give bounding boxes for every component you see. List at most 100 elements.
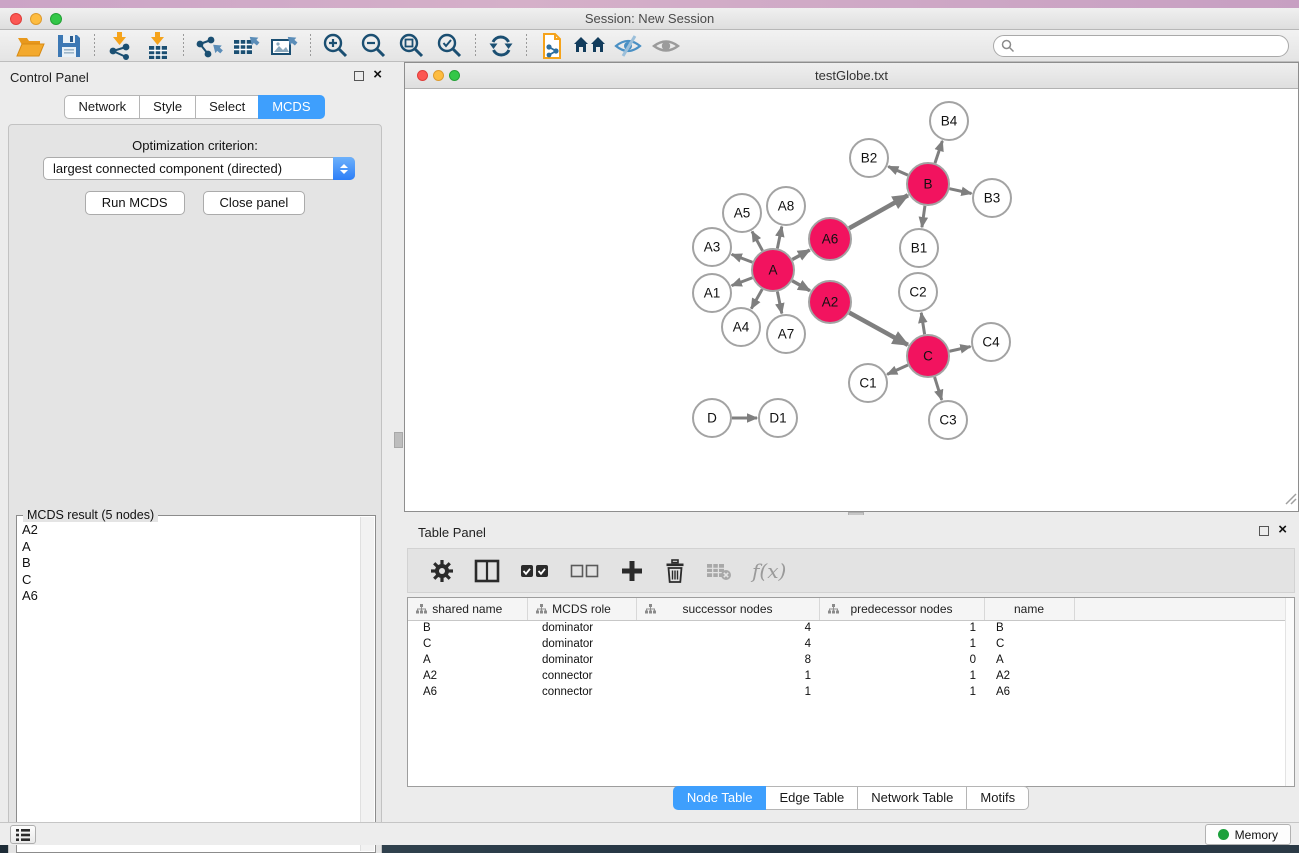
node-B[interactable]: B [907, 163, 949, 205]
edge-B-B2[interactable] [888, 166, 908, 175]
edge-A-A8[interactable] [777, 227, 781, 249]
save-session-icon[interactable] [50, 31, 88, 61]
select-all-checked-icon[interactable] [520, 562, 550, 580]
node-A8[interactable]: A8 [767, 187, 805, 225]
zoom-fit-icon[interactable] [393, 31, 431, 61]
table-row[interactable]: Bdominator41B [408, 620, 1294, 636]
edge-A-A7[interactable] [777, 292, 781, 314]
edge-C-C1[interactable] [887, 365, 908, 374]
edge-C-C4[interactable] [949, 347, 970, 352]
tab-edge-table[interactable]: Edge Table [765, 786, 858, 810]
tab-style[interactable]: Style [139, 95, 196, 119]
edge-B-B3[interactable] [949, 189, 971, 194]
node-C[interactable]: C [907, 335, 949, 377]
table-row[interactable]: Cdominator41C [408, 636, 1294, 652]
select-none-unchecked-icon[interactable] [570, 562, 600, 580]
node-A4[interactable]: A4 [722, 308, 760, 346]
settings-gear-icon[interactable] [430, 559, 454, 583]
edge-A-A2[interactable] [792, 281, 810, 291]
edge-A-A5[interactable] [752, 231, 762, 250]
tab-network[interactable]: Network [64, 95, 140, 119]
zoom-out-icon[interactable] [355, 31, 393, 61]
column-header-successor[interactable]: successor nodes [636, 598, 819, 620]
add-column-icon[interactable] [620, 559, 644, 583]
import-table-icon[interactable] [139, 31, 177, 61]
node-A3[interactable]: A3 [693, 228, 731, 266]
export-network-icon[interactable] [190, 31, 228, 61]
edge-A-A4[interactable] [751, 289, 762, 309]
float-panel-icon[interactable] [354, 71, 364, 81]
mcds-result-item[interactable]: C [22, 572, 359, 589]
edge-A-A3[interactable] [732, 254, 753, 262]
node-table[interactable]: shared nameMCDS rolesuccessor nodesprede… [407, 597, 1295, 787]
zoom-in-icon[interactable] [317, 31, 355, 61]
close-panel-icon[interactable]: × [373, 66, 382, 84]
result-scrollbar[interactable] [360, 517, 374, 851]
window-resize-grip[interactable] [1283, 491, 1297, 510]
edge-A2-C[interactable] [849, 313, 908, 345]
node-C1[interactable]: C1 [849, 364, 887, 402]
eye-visible-icon[interactable] [647, 31, 685, 61]
node-B3[interactable]: B3 [973, 179, 1011, 217]
tab-node-table[interactable]: Node Table [673, 786, 767, 810]
memory-button[interactable]: Memory [1205, 824, 1291, 845]
tab-motifs[interactable]: Motifs [966, 786, 1029, 810]
table-row[interactable]: A6connector11A6 [408, 684, 1294, 700]
export-table-icon[interactable] [228, 31, 266, 61]
network-canvas[interactable]: B4B2BB3A8A5A6A3B1AC2A1A2A4A7C4CC1DD1C3 [406, 89, 1297, 515]
node-table-header-row[interactable]: shared nameMCDS rolesuccessor nodesprede… [408, 598, 1294, 620]
task-history-button[interactable] [10, 825, 36, 844]
table-close-panel-icon[interactable]: × [1278, 521, 1287, 539]
column-header-shared_name[interactable]: shared name [408, 598, 527, 620]
home-pair-icon[interactable] [571, 31, 609, 61]
table-float-panel-icon[interactable] [1259, 526, 1269, 536]
node-A6[interactable]: A6 [809, 218, 851, 260]
column-header-name[interactable]: name [984, 598, 1074, 620]
node-B4[interactable]: B4 [930, 102, 968, 140]
mcds-result-item[interactable]: A6 [22, 588, 359, 605]
node-C3[interactable]: C3 [929, 401, 967, 439]
edge-C-C2[interactable] [921, 313, 924, 335]
column-header-predecessor[interactable]: predecessor nodes [819, 598, 984, 620]
node-C2[interactable]: C2 [899, 273, 937, 311]
node-B2[interactable]: B2 [850, 139, 888, 177]
zoom-selected-icon[interactable] [431, 31, 469, 61]
column-header-mcds_role[interactable]: MCDS role [527, 598, 636, 620]
tab-mcds[interactable]: MCDS [258, 95, 324, 119]
edge-B-B1[interactable] [922, 206, 925, 227]
eye-hidden-icon[interactable] [609, 31, 647, 61]
node-A[interactable]: A [752, 249, 794, 291]
network-window-titlebar[interactable]: testGlobe.txt [405, 63, 1298, 89]
document-network-icon[interactable] [533, 31, 571, 61]
table-scrollbar[interactable] [1285, 598, 1294, 786]
node-D[interactable]: D [693, 399, 731, 437]
node-A2[interactable]: A2 [809, 281, 851, 323]
edge-A-A6[interactable] [792, 250, 809, 260]
search-input[interactable] [1015, 39, 1265, 53]
optimization-criterion-dropdown[interactable]: largest connected component (directed) [43, 157, 355, 180]
node-A1[interactable]: A1 [693, 274, 731, 312]
mcds-result-item[interactable]: A [22, 539, 359, 556]
node-D1[interactable]: D1 [759, 399, 797, 437]
node-A5[interactable]: A5 [723, 194, 761, 232]
node-A7[interactable]: A7 [767, 315, 805, 353]
mcds-result-list[interactable]: A2ABCA6 [17, 522, 359, 850]
tab-select[interactable]: Select [195, 95, 259, 119]
search-field[interactable] [993, 35, 1289, 57]
run-mcds-button[interactable]: Run MCDS [85, 191, 185, 215]
import-network-icon[interactable] [101, 31, 139, 61]
export-image-icon[interactable] [266, 31, 304, 61]
open-file-icon[interactable] [12, 31, 50, 61]
edge-A6-B[interactable] [849, 195, 908, 228]
table-row[interactable]: A2connector11A2 [408, 668, 1294, 684]
tab-network-table[interactable]: Network Table [857, 786, 967, 810]
column-view-icon[interactable] [474, 559, 500, 583]
edge-C-C3[interactable] [935, 377, 942, 400]
refresh-icon[interactable] [482, 31, 520, 61]
node-B1[interactable]: B1 [900, 229, 938, 267]
mcds-result-item[interactable]: B [22, 555, 359, 572]
edge-A-A1[interactable] [732, 278, 753, 286]
vertical-divider-handle[interactable] [394, 432, 403, 448]
table-row[interactable]: Adominator80A [408, 652, 1294, 668]
delete-column-trash-icon[interactable] [664, 559, 686, 583]
